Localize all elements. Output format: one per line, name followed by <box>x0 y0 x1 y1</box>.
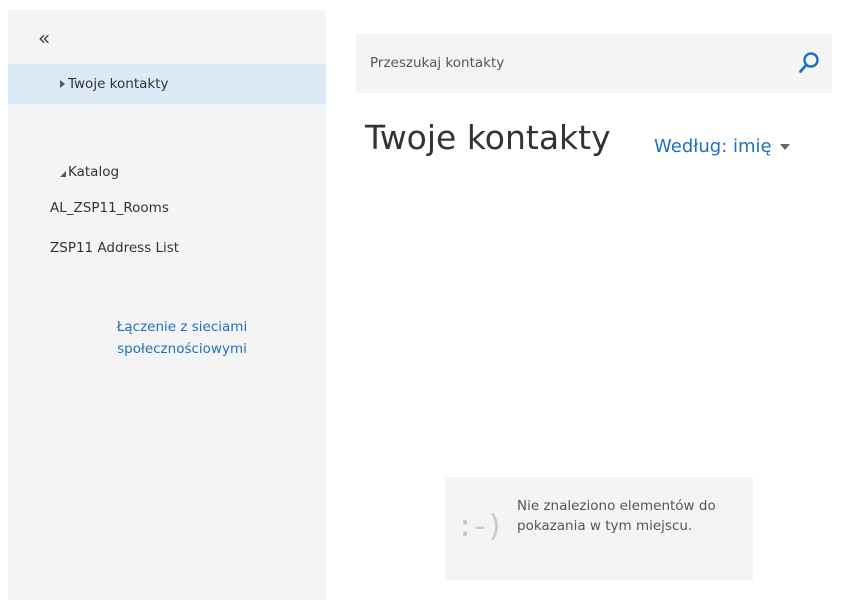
search-input[interactable] <box>370 52 770 74</box>
social-networks-link[interactable]: Łączenie z sieciami społecznościowymi <box>76 316 288 360</box>
empty-state-message: Nie znaleziono elementów do pokazania w … <box>517 498 716 534</box>
sidebar-group-catalog[interactable]: Katalog <box>8 162 119 182</box>
smiley-icon: :-) <box>456 509 504 544</box>
sidebar-item-zsp11-address-list[interactable]: ZSP11 Address List <box>50 240 179 256</box>
sidebar-item-label: Twoje kontakty <box>68 76 169 92</box>
sort-label: Według: imię <box>654 136 772 157</box>
collapse-sidebar-button[interactable]: « <box>38 28 50 48</box>
search-icon[interactable] <box>798 51 820 75</box>
caret-down-icon <box>779 143 790 150</box>
triangle-right-icon <box>60 80 65 88</box>
sidebar-group-label: Katalog <box>68 164 120 180</box>
sidebar-item-your-contacts[interactable]: Twoje kontakty <box>8 64 326 104</box>
search-bar <box>356 34 832 93</box>
triangle-down-icon <box>60 170 66 177</box>
sort-dropdown[interactable]: Według: imię <box>654 136 790 157</box>
sidebar-item-al-zsp11-rooms[interactable]: AL_ZSP11_Rooms <box>50 200 169 216</box>
page-title: Twoje kontakty <box>365 118 611 157</box>
sidebar: « Twoje kontakty Katalog AL_ZSP11_Rooms … <box>8 10 326 600</box>
contacts-app: « Twoje kontakty Katalog AL_ZSP11_Rooms … <box>0 0 841 600</box>
empty-state: :-) Nie znaleziono elementów do pokazani… <box>445 477 753 580</box>
